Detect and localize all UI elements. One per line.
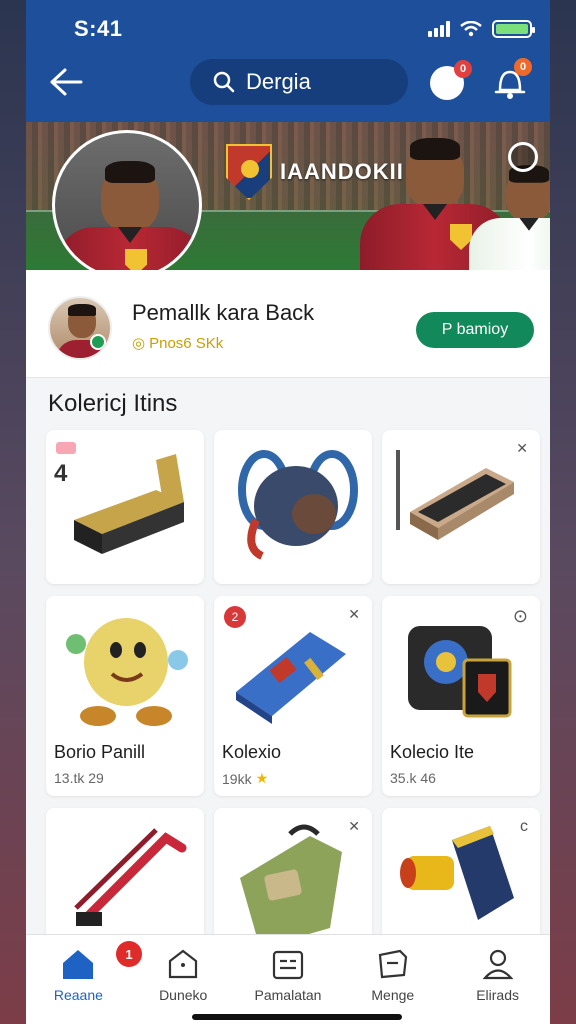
store-icon <box>169 949 198 979</box>
backpack-icon <box>238 450 358 560</box>
status-bar: S:41 <box>74 14 535 44</box>
wallet-icon <box>272 950 304 980</box>
user-avatar[interactable]: 0 <box>430 60 472 100</box>
profile-stat: ◎ Pnos6 SKk <box>132 334 224 353</box>
battery-icon <box>492 20 535 38</box>
nav-label: Duneko <box>159 987 208 1003</box>
item-stat: 19kk ★ <box>222 770 269 787</box>
search-icon <box>213 71 235 93</box>
mascot-icon <box>66 618 188 726</box>
collection-item[interactable] <box>46 808 204 948</box>
search-text: Dergia <box>246 69 311 94</box>
player-portrait <box>52 130 202 270</box>
nav-label: Reaane <box>53 987 103 1003</box>
gear-icon[interactable] <box>508 142 538 172</box>
nav-label: Menge <box>371 987 415 1003</box>
power-bank-icon <box>396 450 514 540</box>
wifi-icon <box>460 21 482 37</box>
item-name: Borio Panill <box>54 742 146 762</box>
app-screen: S:41 Dergia 0 0 IAANDOKII Pemallk kara B… <box>26 0 550 1024</box>
bell-badge: 0 <box>514 58 532 76</box>
home-indicator <box>192 1014 402 1020</box>
nav-item-wallet[interactable]: Pamalatan <box>236 935 341 1024</box>
collection-item[interactable] <box>214 430 372 584</box>
item-stat: 13.tk 29 <box>54 770 104 786</box>
team-banner: IAANDOKII <box>26 122 550 270</box>
card-holder-icon <box>408 626 512 718</box>
green-bag-icon <box>240 824 342 948</box>
gear-case-icon <box>74 454 184 554</box>
nav-item-home[interactable]: Reaane <box>26 935 131 1024</box>
collection-item[interactable]: ✕ <box>214 808 372 948</box>
arrow-left-icon <box>50 68 83 96</box>
verified-icon <box>90 334 106 350</box>
torch-icon <box>400 826 514 920</box>
nav-label: Pamalatan <box>254 987 322 1003</box>
home-icon <box>63 950 94 979</box>
item-name: Kolexio <box>222 742 282 762</box>
nav-label: Elirads <box>476 987 519 1003</box>
notification-button[interactable]: 0 <box>492 58 532 102</box>
section-title: Kolericj Itins <box>48 390 178 417</box>
nav-item-profile[interactable]: Elirads <box>445 935 550 1024</box>
status-time: S:41 <box>74 16 123 41</box>
collection-item[interactable]: c <box>382 808 540 948</box>
status-icons <box>428 20 535 38</box>
profile-avatar[interactable] <box>48 296 112 360</box>
profile-name: Pemallk kara Back <box>132 300 315 325</box>
avatar-badge: 0 <box>454 60 472 78</box>
blue-bag-icon <box>236 632 346 724</box>
nav-item-store[interactable]: Duneko <box>131 935 236 1024</box>
collection-item[interactable]: 2 ✕ Kolexio 19kk ★ <box>214 596 372 796</box>
banner-player-2 <box>469 165 550 270</box>
nav-item-messages[interactable]: Menge <box>340 935 445 1024</box>
collection-item[interactable]: ✕ <box>382 430 540 584</box>
collection-grid: 4 ✕ Borio Panill 13.tk 29 2 ✕ Kolexio 19… <box>46 430 540 948</box>
collection-item[interactable]: 4 <box>46 430 204 584</box>
suitcase-handle-icon <box>74 828 187 926</box>
back-button[interactable] <box>46 62 86 102</box>
coin-icon: ◎ <box>132 335 146 352</box>
top-bar: S:41 Dergia 0 0 <box>26 0 550 122</box>
item-name: Kolecio Ite <box>390 742 475 762</box>
item-stat: 35.k 46 <box>390 770 436 786</box>
collection-item[interactable]: ⊙ Kolecio Ite 35.k 46 <box>382 596 540 796</box>
profile-action-button[interactable]: P bamioy <box>416 312 534 348</box>
profile-icon <box>482 949 513 980</box>
message-icon <box>378 949 407 979</box>
profile-row: Pemallk kara Back ◎ Pnos6 SKk P bamioy <box>26 270 550 378</box>
bottom-nav: Reaane 1 Duneko Pamalatan Menge Elirads <box>26 934 550 1024</box>
star-icon: ★ <box>255 770 269 786</box>
signal-icon <box>428 21 450 37</box>
team-crest-icon <box>226 144 272 200</box>
search-bar[interactable]: Dergia <box>190 59 408 105</box>
collection-item[interactable]: Borio Panill 13.tk 29 <box>46 596 204 796</box>
